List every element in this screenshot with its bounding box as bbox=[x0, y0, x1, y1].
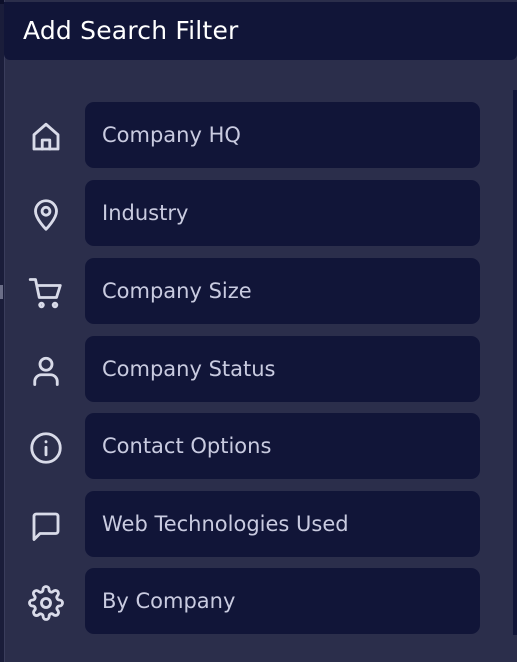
filter-row-web-technologies: Web Technologies Used bbox=[0, 491, 517, 557]
dialog-header: Add Search Filter bbox=[4, 2, 517, 60]
user-icon bbox=[28, 353, 64, 389]
filter-option-web-technologies-used[interactable]: Web Technologies Used bbox=[85, 491, 480, 557]
filter-option-company-hq[interactable]: Company HQ bbox=[85, 102, 480, 168]
filter-option-label: Company Size bbox=[102, 279, 252, 303]
filter-option-label: By Company bbox=[102, 589, 236, 613]
filter-row-by-company: By Company bbox=[0, 568, 517, 634]
filter-dialog-panel bbox=[4, 0, 517, 662]
settings-gear-icon bbox=[28, 585, 64, 621]
shopping-cart-icon bbox=[28, 275, 64, 311]
filter-row-company-hq: Company HQ bbox=[0, 102, 517, 168]
filter-row-industry: Industry bbox=[0, 180, 517, 246]
filter-option-company-size[interactable]: Company Size bbox=[85, 258, 480, 324]
filter-option-label: Company Status bbox=[102, 357, 276, 381]
filter-row-contact-options: Contact Options bbox=[0, 413, 517, 479]
filter-row-company-size: Company Size bbox=[0, 258, 517, 324]
filter-option-label: Web Technologies Used bbox=[102, 512, 349, 536]
home-icon bbox=[28, 119, 64, 155]
filter-option-company-status[interactable]: Company Status bbox=[85, 336, 480, 402]
message-square-icon bbox=[28, 508, 64, 544]
info-icon bbox=[28, 430, 64, 466]
dialog-title: Add Search Filter bbox=[23, 16, 239, 45]
filter-option-label: Company HQ bbox=[102, 123, 241, 147]
filter-option-label: Industry bbox=[102, 201, 189, 225]
filter-option-by-company[interactable]: By Company bbox=[85, 568, 480, 634]
map-pin-icon bbox=[28, 197, 64, 233]
filter-option-industry[interactable]: Industry bbox=[85, 180, 480, 246]
filter-option-label: Contact Options bbox=[102, 434, 272, 458]
filter-option-contact-options[interactable]: Contact Options bbox=[85, 413, 480, 479]
filter-row-company-status: Company Status bbox=[0, 336, 517, 402]
